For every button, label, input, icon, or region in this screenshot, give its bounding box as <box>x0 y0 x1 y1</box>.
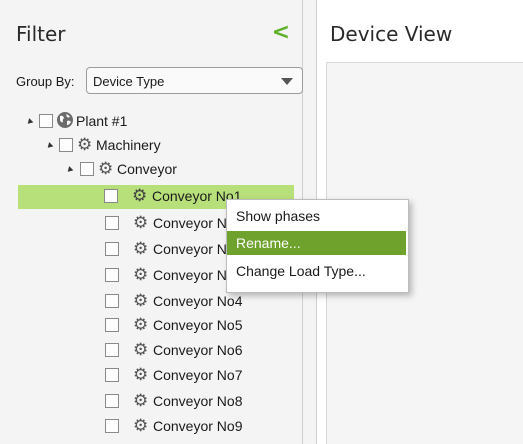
tree-label: Conveyor No4 <box>153 293 243 309</box>
tree-node-plant[interactable]: Plant #1 <box>0 110 300 134</box>
expand-icon[interactable] <box>65 166 74 174</box>
group-by-value: Device Type <box>93 74 165 89</box>
gear-icon: ⚙ <box>133 416 149 436</box>
tree-node-machinery[interactable]: ⚙ Machinery <box>0 134 300 158</box>
gear-icon: ⚙ <box>77 135 93 155</box>
expand-icon[interactable] <box>45 142 54 150</box>
menu-item-label: Show phases <box>236 208 321 224</box>
tree-label: Conveyor No5 <box>153 317 243 333</box>
checkbox[interactable] <box>105 268 119 282</box>
tree-node-conveyor-no5[interactable]: ⚙ Conveyor No5 <box>0 314 300 338</box>
checkbox[interactable] <box>39 114 53 128</box>
checkbox[interactable] <box>105 419 119 433</box>
checkbox[interactable] <box>105 294 119 308</box>
checkbox[interactable] <box>105 368 119 382</box>
tree-label: Conveyor No9 <box>153 418 243 434</box>
checkbox[interactable] <box>105 216 119 230</box>
group-by-select[interactable]: Device Type <box>86 67 303 94</box>
tree-label: Machinery <box>96 137 161 153</box>
context-menu: Show phases Rename... Change Load Type..… <box>226 199 409 293</box>
menu-item-label: Change Load Type... <box>236 263 366 279</box>
tree-node-conveyor-no9[interactable]: ⚙ Conveyor No9 <box>0 415 300 439</box>
tree-label: Conveyor <box>117 161 177 177</box>
checkbox[interactable] <box>105 394 119 408</box>
menu-item-label: Rename... <box>236 235 301 251</box>
checkbox[interactable] <box>105 343 119 357</box>
tree-label: Conveyor No8 <box>153 393 243 409</box>
tree-label: Conveyor No6 <box>153 342 243 358</box>
tree-node-conveyor-no4[interactable]: ⚙ Conveyor No4 <box>0 290 300 314</box>
tree-label: Conveyor No7 <box>153 367 243 383</box>
group-by-label: Group By: <box>16 74 75 89</box>
checkbox[interactable] <box>80 162 94 176</box>
filter-header: Filter < <box>16 20 290 50</box>
gear-icon: ⚙ <box>133 265 149 285</box>
tree-node-conveyor-no6[interactable]: ⚙ Conveyor No6 <box>0 339 300 363</box>
chevron-down-icon <box>281 78 293 85</box>
collapse-icon[interactable]: < <box>272 20 290 45</box>
tree-node-conveyor[interactable]: ⚙ Conveyor <box>0 158 300 182</box>
menu-item-rename[interactable]: Rename... <box>227 231 406 255</box>
tree-node-conveyor-no8[interactable]: ⚙ Conveyor No8 <box>0 390 300 414</box>
checkbox[interactable] <box>105 242 119 256</box>
gear-icon: ⚙ <box>133 340 149 360</box>
gear-icon: ⚙ <box>133 291 149 311</box>
checkbox[interactable] <box>105 318 119 332</box>
menu-item-change-load-type[interactable]: Change Load Type... <box>227 259 406 283</box>
checkbox[interactable] <box>59 138 73 152</box>
gear-icon: ⚙ <box>98 159 114 179</box>
tree-label: Plant #1 <box>76 113 128 129</box>
expand-icon[interactable] <box>25 118 34 126</box>
globe-icon <box>57 112 73 128</box>
gear-icon: ⚙ <box>133 391 149 411</box>
menu-item-show-phases[interactable]: Show phases <box>227 204 406 228</box>
group-by-row: Group By: Device Type <box>16 66 303 96</box>
gear-icon: ⚙ <box>132 186 148 206</box>
gear-icon: ⚙ <box>133 213 149 233</box>
tree-node-conveyor-no7[interactable]: ⚙ Conveyor No7 <box>0 364 300 388</box>
gear-icon: ⚙ <box>133 239 149 259</box>
checkbox[interactable] <box>104 189 118 203</box>
filter-title: Filter <box>16 22 66 46</box>
device-view-title: Device View <box>330 22 453 46</box>
gear-icon: ⚙ <box>133 365 149 385</box>
gear-icon: ⚙ <box>133 315 149 335</box>
